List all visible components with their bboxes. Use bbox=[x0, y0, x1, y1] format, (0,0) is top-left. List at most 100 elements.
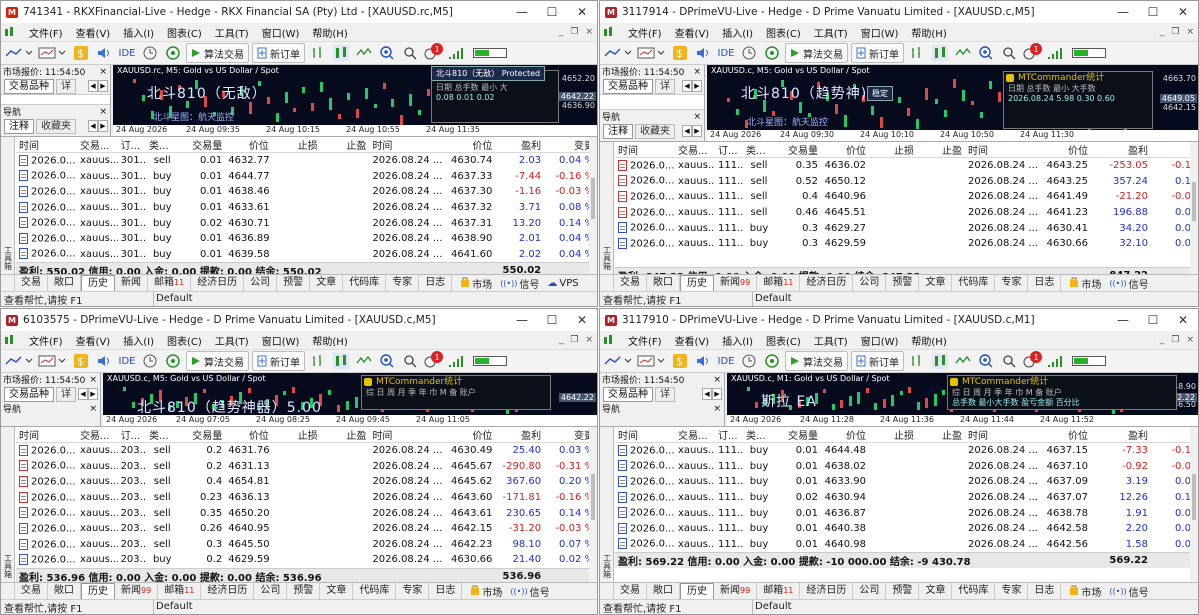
panel-close-icon[interactable]: × bbox=[89, 375, 97, 385]
toolbox-side-label[interactable]: 工具箱 bbox=[1, 137, 15, 274]
menu-item-0[interactable]: 文件(F) bbox=[628, 333, 662, 348]
column-header[interactable]: 订... bbox=[715, 427, 743, 443]
tab-5[interactable]: 经济日历 bbox=[201, 583, 255, 599]
column-header[interactable]: 类... bbox=[146, 427, 179, 443]
vps-icon[interactable] bbox=[762, 351, 782, 371]
maximize-icon[interactable]: ☐ bbox=[1138, 313, 1168, 327]
tab-8[interactable]: 文章 bbox=[919, 583, 953, 599]
table-row[interactable]: 2026.0...xauus...301... buy 0.01 4633.61 202… bbox=[16, 200, 597, 216]
menu-item-2[interactable]: 插入(I) bbox=[123, 333, 154, 348]
mtcommander-panel[interactable]: MTCommander统计综 日 周 月 季 年 巾 M 备 账户 bbox=[361, 375, 551, 410]
column-header[interactable]: 交易... bbox=[76, 427, 118, 443]
tab-11[interactable]: 日志 bbox=[1028, 275, 1062, 291]
tab-7[interactable]: 预警 bbox=[287, 583, 321, 599]
price-chart[interactable]: XAUUSD.rc, M5: Gold vs US Dollar / Spot 北… bbox=[113, 65, 597, 136]
column-header[interactable]: 订... bbox=[117, 427, 146, 443]
tab-6[interactable]: 公司 bbox=[244, 275, 278, 291]
panel-close-icon[interactable]: × bbox=[713, 375, 721, 385]
column-header[interactable]: 交易量 bbox=[775, 427, 821, 443]
tab-3[interactable]: 新闻 bbox=[115, 275, 148, 291]
templates-icon[interactable] bbox=[637, 351, 667, 371]
column-header[interactable]: 时间 bbox=[369, 427, 445, 443]
column-header[interactable]: 价位 bbox=[1039, 142, 1091, 158]
candlestick-icon[interactable] bbox=[930, 351, 950, 371]
maximize-icon[interactable]: ☐ bbox=[537, 5, 567, 19]
mtcommander-panel[interactable]: MTCommander统计 日期 总手数 最小 大手数 2026.08.24 5.9… bbox=[1003, 71, 1153, 129]
chart-type-icon[interactable] bbox=[5, 351, 35, 371]
tab-0[interactable]: 交易 bbox=[15, 275, 48, 291]
alerts-icon[interactable]: 1 bbox=[423, 43, 443, 63]
nav-scroll-left-icon[interactable]: ◀ bbox=[682, 125, 692, 137]
tab-2[interactable]: 历史 bbox=[680, 583, 714, 599]
table-row[interactable]: 2026.0...xauus...301... buy 0.02 4630.71 202… bbox=[16, 215, 597, 231]
algo-trading-button[interactable]: 算法交易 bbox=[186, 43, 249, 63]
scroll-left-icon[interactable]: ◀ bbox=[78, 388, 88, 400]
column-header[interactable]: 盈利 bbox=[495, 137, 545, 153]
bar-chart-icon[interactable] bbox=[308, 43, 328, 63]
column-header[interactable]: 交易量 bbox=[178, 137, 226, 153]
menu-item-3[interactable]: 图表(C) bbox=[167, 333, 202, 348]
menu-item-1[interactable]: 查看(V) bbox=[76, 333, 111, 348]
table-row[interactable]: 2026.0...xauus...111... sell 0.4 4640.96 202… bbox=[615, 189, 1198, 205]
vps-icon[interactable] bbox=[163, 43, 183, 63]
menu-item-6[interactable]: 帮助(H) bbox=[911, 25, 946, 40]
mdi-minimize-icon[interactable]: _ bbox=[1160, 27, 1165, 37]
signals-link[interactable]: ((•)) 信号 bbox=[500, 276, 539, 291]
speaker-icon[interactable] bbox=[693, 43, 713, 63]
algo-trading-button[interactable]: 算法交易 bbox=[785, 351, 848, 371]
menu-item-5[interactable]: 窗口(W) bbox=[262, 333, 300, 348]
mdi-restore-icon[interactable]: ❐ bbox=[1171, 27, 1179, 37]
tab-3[interactable]: 新闻99 bbox=[714, 275, 758, 291]
ide-button[interactable]: IDE bbox=[117, 351, 137, 371]
tab-1[interactable]: 敞口 bbox=[647, 275, 680, 291]
scroll-right-icon[interactable]: ▶ bbox=[88, 388, 98, 400]
menu-item-3[interactable]: 图表(C) bbox=[766, 25, 801, 40]
navigator-close-icon[interactable]: × bbox=[89, 404, 97, 414]
tab-notes[interactable]: 注释 bbox=[4, 118, 34, 134]
tab-5[interactable]: 经济日历 bbox=[800, 275, 854, 291]
ide-button[interactable]: IDE bbox=[117, 43, 137, 63]
menu-item-5[interactable]: 窗口(W) bbox=[861, 333, 899, 348]
minimize-icon[interactable]: — bbox=[1108, 313, 1138, 327]
indicator-tag[interactable]: 北斗810（无敌） Protected bbox=[431, 66, 546, 81]
dollar-icon[interactable]: $ bbox=[670, 43, 690, 63]
tab-0[interactable]: 交易 bbox=[614, 583, 647, 599]
table-row[interactable]: 2026.0...xauus...111... buy 0.01 4638.02 202… bbox=[615, 458, 1198, 474]
column-header[interactable]: 时间 bbox=[16, 137, 77, 153]
column-header[interactable]: 类... bbox=[743, 427, 775, 443]
tab-symbols[interactable]: 交易品种 bbox=[4, 78, 54, 94]
column-header[interactable]: 时间 bbox=[369, 137, 445, 153]
grid-scrollbar[interactable] bbox=[1190, 142, 1198, 274]
tab-5[interactable]: 经济日历 bbox=[800, 583, 854, 599]
tab-9[interactable]: 代码库 bbox=[952, 275, 996, 291]
tab-6[interactable]: 公司 bbox=[254, 583, 288, 599]
chart-type-icon[interactable] bbox=[5, 43, 35, 63]
table-row[interactable]: 2026.0...xauus...301... buy 0.01 4636.89 202… bbox=[16, 231, 597, 247]
speaker-icon[interactable] bbox=[94, 43, 114, 63]
tab-2[interactable]: 历史 bbox=[81, 275, 115, 291]
candlestick-icon[interactable] bbox=[930, 43, 950, 63]
menu-item-0[interactable]: 文件(F) bbox=[29, 25, 63, 40]
table-row[interactable]: 2026.0...xauus...111... buy 0.01 4640.98 202… bbox=[615, 537, 1198, 553]
table-row[interactable]: 2026.0...xauus...111... buy 0.02 4630.94 202… bbox=[615, 490, 1198, 506]
table-row[interactable]: 2026.0...xauus...111... buy 0.01 4640.38 202… bbox=[615, 521, 1198, 537]
scroll-left-icon[interactable]: ◀ bbox=[88, 80, 98, 92]
menu-item-1[interactable]: 查看(V) bbox=[675, 333, 710, 348]
tab-11[interactable]: 日志 bbox=[1028, 583, 1062, 599]
tab-11[interactable]: 日志 bbox=[419, 275, 453, 291]
column-header[interactable]: 价位 bbox=[444, 137, 496, 153]
tab-symbols[interactable]: 交易品种 bbox=[4, 386, 54, 402]
mdi-minimize-icon[interactable]: _ bbox=[1160, 335, 1165, 345]
table-row[interactable]: 2026.0...xauus...203... buy 0.2 4629.59 2026… bbox=[16, 552, 597, 568]
menu-item-3[interactable]: 图表(C) bbox=[167, 25, 202, 40]
minimize-icon[interactable]: — bbox=[507, 5, 537, 19]
close-icon[interactable]: ✕ bbox=[1168, 5, 1198, 19]
history-icon[interactable] bbox=[140, 351, 160, 371]
mdi-restore-icon[interactable]: ❐ bbox=[1171, 335, 1179, 345]
price-chart[interactable]: XAUUSD.c, M1: Gold vs US Dollar / Spot 斯拉… bbox=[727, 373, 1198, 426]
vps-icon[interactable] bbox=[163, 351, 183, 371]
mtcommander-panel[interactable]: MTCommander统计综 日 周 月 季 年 巾 M 备 账户 总手数 最小大… bbox=[947, 375, 1177, 410]
table-row[interactable]: 2026.0...xauus...203... sell 0.35 4650.20 20… bbox=[16, 505, 597, 521]
price-chart[interactable]: XAUUSD.c, M5: Gold vs US Dollar / Spot 北斗… bbox=[103, 373, 597, 426]
tab-8[interactable]: 文章 bbox=[310, 275, 344, 291]
